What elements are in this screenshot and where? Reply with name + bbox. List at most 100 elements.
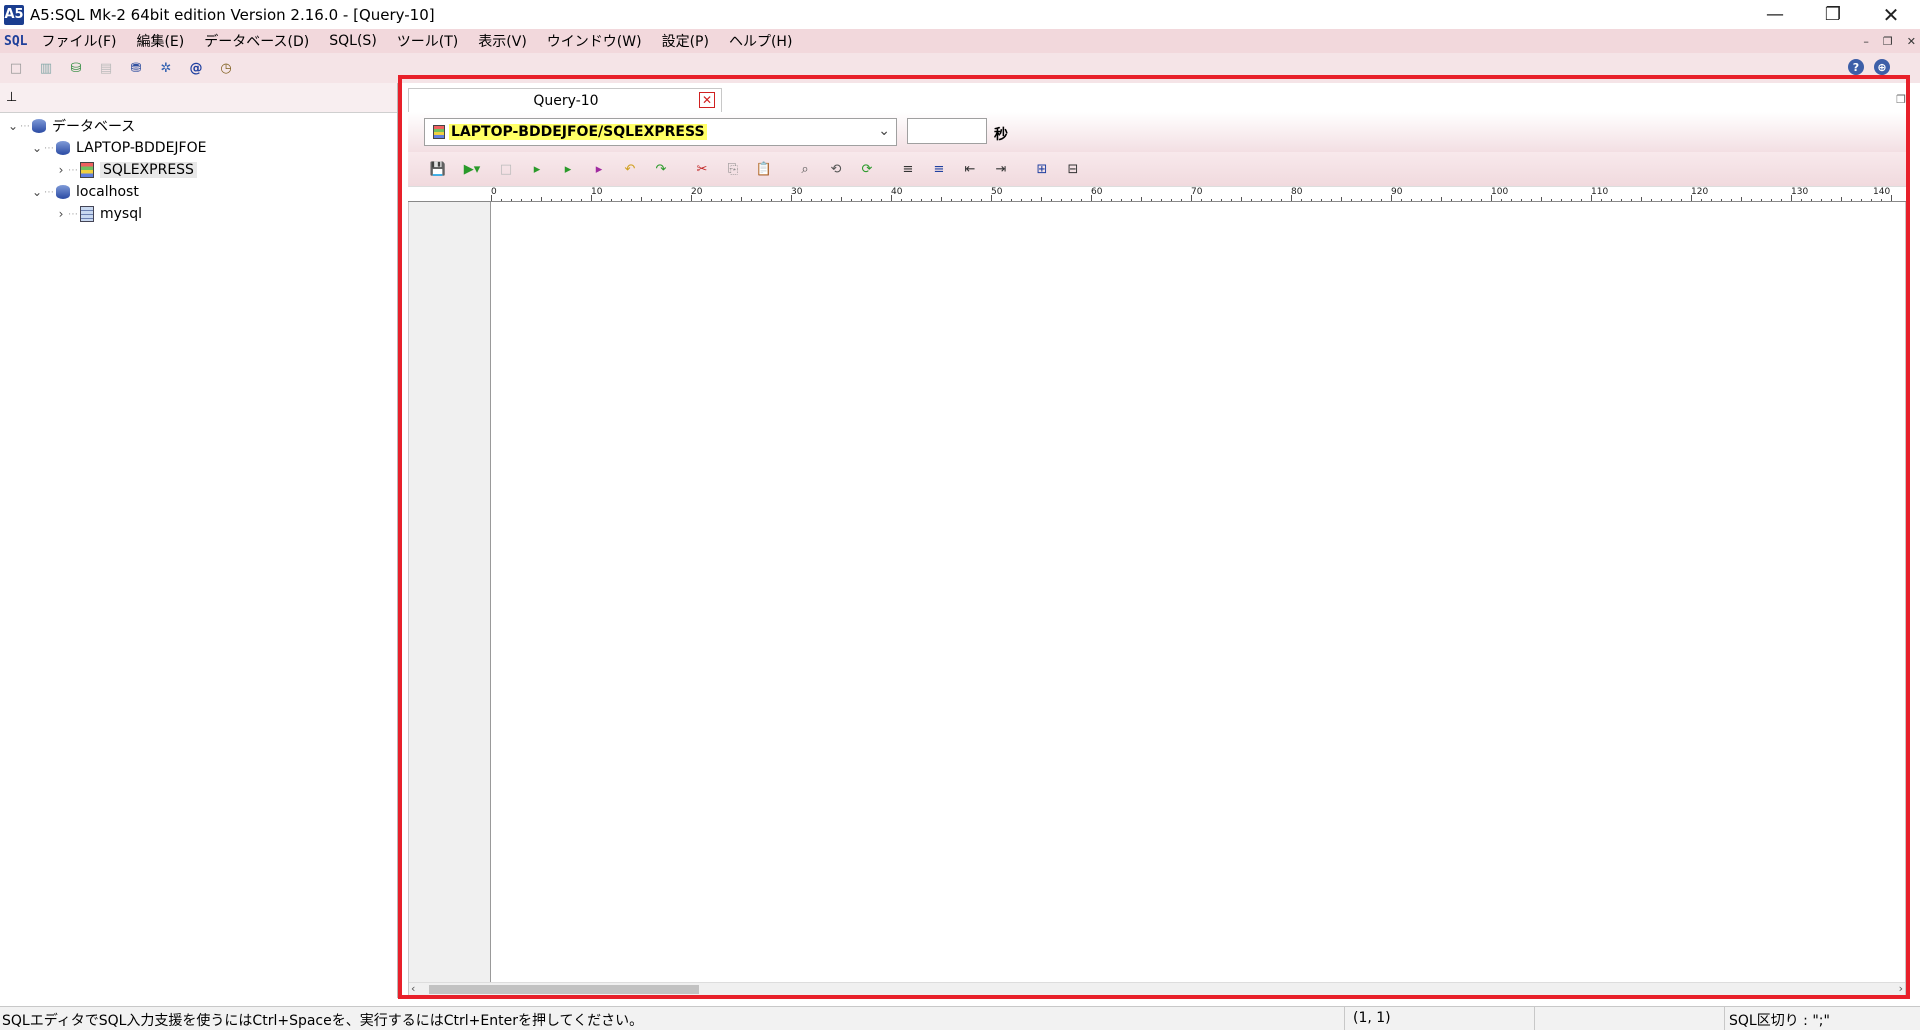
ruler-tick bbox=[651, 199, 652, 201]
connect-icon[interactable]: ⛁ bbox=[66, 58, 86, 78]
collapse-chevron-icon[interactable]: ⌄ bbox=[6, 119, 20, 133]
ruler-tick bbox=[851, 199, 852, 201]
ruler-tick bbox=[1221, 199, 1222, 201]
ruler-tick bbox=[1581, 199, 1582, 201]
menu-settings[interactable]: 設定(P) bbox=[662, 31, 709, 51]
ruler-tick bbox=[711, 199, 712, 201]
database-tree-panel: ⊥ ⌄ ⋯ データベース ⌄ ⋯ LAPTOP-BDDEJFOE › ⋯ SQL… bbox=[0, 83, 398, 998]
redo-icon[interactable]: ↷ bbox=[649, 159, 673, 179]
menu-database[interactable]: データベース(D) bbox=[204, 31, 309, 51]
database-icon bbox=[32, 119, 46, 133]
ruler-tick bbox=[1331, 199, 1332, 201]
run-to-csv-icon[interactable]: ▸ bbox=[556, 159, 580, 179]
ruler-tick bbox=[1801, 199, 1802, 201]
menu-view[interactable]: 表示(V) bbox=[478, 31, 527, 51]
align-icon[interactable]: ≡ bbox=[896, 159, 920, 179]
collapse-chevron-icon[interactable]: ⌄ bbox=[30, 141, 44, 155]
at-icon[interactable]: @ bbox=[186, 58, 206, 78]
ruler-tick bbox=[771, 199, 772, 201]
mdi-minimize-button[interactable]: – bbox=[1863, 35, 1869, 48]
tree-item-server-localhost[interactable]: ⌄ ⋯ localhost bbox=[30, 181, 139, 203]
run-to-grid-icon[interactable]: ▸ bbox=[525, 159, 549, 179]
close-window-button[interactable]: ✕ bbox=[1862, 0, 1920, 29]
settings-icon[interactable]: ✲ bbox=[156, 58, 176, 78]
ruler-tick bbox=[1731, 199, 1732, 201]
tree-item-sqlexpress[interactable]: › ⋯ SQLEXPRESS bbox=[54, 159, 197, 181]
scrollbar-thumb[interactable] bbox=[429, 985, 699, 994]
paste-icon[interactable]: 📋 bbox=[752, 159, 776, 179]
indent-icon[interactable]: ⇥ bbox=[989, 159, 1013, 179]
open-file-icon[interactable]: ▥ bbox=[36, 58, 56, 78]
web-icon[interactable]: ⊕ bbox=[1874, 59, 1890, 75]
clock-icon[interactable]: ◷ bbox=[216, 58, 236, 78]
ruler-tick bbox=[841, 197, 842, 201]
database-icon[interactable]: ⛃ bbox=[126, 58, 146, 78]
tree-panel-header: ⊥ bbox=[0, 83, 397, 113]
sqlserver-db-icon bbox=[80, 162, 94, 178]
tree-item-server-laptop[interactable]: ⌄ ⋯ LAPTOP-BDDEJFOE bbox=[30, 137, 207, 159]
menu-edit[interactable]: 編集(E) bbox=[136, 31, 184, 51]
menu-file[interactable]: ファイル(F) bbox=[41, 31, 116, 51]
ruler-tick bbox=[1141, 197, 1142, 201]
find-icon[interactable]: ⌕ bbox=[793, 159, 817, 179]
server-icon bbox=[56, 185, 70, 199]
stop-icon[interactable]: □ bbox=[494, 159, 518, 179]
ruler-tick bbox=[681, 199, 682, 201]
close-tab-icon[interactable]: ✕ bbox=[699, 92, 715, 108]
menu-window[interactable]: ウインドウ(W) bbox=[547, 31, 642, 51]
ruler-tick bbox=[1241, 197, 1242, 201]
chevron-down-icon[interactable]: ⌄ bbox=[878, 123, 890, 139]
horizontal-scrollbar[interactable]: ‹ › bbox=[409, 982, 1905, 995]
ruler-label: 0 bbox=[491, 187, 497, 197]
status-message: SQLエディタでSQL入力支援を使うにはCtrl+Spaceを、実行するにはCt… bbox=[2, 1013, 644, 1029]
connection-select[interactable]: LAPTOP-BDDEJFOE/SQLEXPRESS ⌄ bbox=[424, 118, 897, 146]
outdent-icon[interactable]: ⇤ bbox=[958, 159, 982, 179]
tree-item-mysql[interactable]: › ⋯ mysql bbox=[54, 203, 142, 225]
run-step-icon[interactable]: ▸ bbox=[587, 159, 611, 179]
ruler-tick bbox=[811, 199, 812, 201]
scroll-left-icon[interactable]: ‹ bbox=[411, 982, 415, 995]
ruler-tick bbox=[1601, 199, 1602, 201]
split-view-icon[interactable]: ⊞ bbox=[1030, 159, 1054, 179]
ruler-tick bbox=[1461, 199, 1462, 201]
expand-chevron-icon[interactable]: › bbox=[54, 207, 68, 221]
sql-text-area[interactable] bbox=[491, 202, 1905, 982]
ruler-tick bbox=[731, 199, 732, 201]
outline-icon[interactable]: ⊟ bbox=[1061, 159, 1085, 179]
window-restore-icon[interactable]: ❐ bbox=[1896, 93, 1906, 106]
tree-item-databases[interactable]: ⌄ ⋯ データベース bbox=[6, 115, 135, 137]
mdi-close-button[interactable]: ✕ bbox=[1907, 35, 1916, 48]
ruler-tick bbox=[1261, 199, 1262, 201]
format-icon[interactable]: ≡ bbox=[927, 159, 951, 179]
ruler-tick bbox=[1531, 199, 1532, 201]
cut-icon[interactable]: ✂ bbox=[690, 159, 714, 179]
undo-icon[interactable]: ↶ bbox=[618, 159, 642, 179]
new-file-icon[interactable]: □ bbox=[6, 58, 26, 78]
replace-icon[interactable]: ⟲ bbox=[824, 159, 848, 179]
disconnect-icon[interactable]: ▤ bbox=[96, 58, 116, 78]
scroll-right-icon[interactable]: › bbox=[1899, 982, 1903, 995]
tree-view-icon[interactable]: ⊥ bbox=[6, 90, 17, 105]
expand-chevron-icon[interactable]: › bbox=[54, 163, 68, 177]
maximize-button[interactable]: ❐ bbox=[1804, 0, 1862, 29]
refresh-icon[interactable]: ⟳ bbox=[855, 159, 879, 179]
sqlserver-db-icon bbox=[433, 125, 445, 139]
menu-sql[interactable]: SQL(S) bbox=[329, 33, 377, 49]
collapse-chevron-icon[interactable]: ⌄ bbox=[30, 185, 44, 199]
ruler-tick bbox=[1151, 199, 1152, 201]
tab-query-10[interactable]: Query-10 ✕ bbox=[408, 88, 722, 112]
minimize-button[interactable]: — bbox=[1746, 0, 1804, 29]
ruler-tick bbox=[1831, 199, 1832, 201]
ruler-tick bbox=[1361, 199, 1362, 201]
help-icon[interactable]: ? bbox=[1848, 59, 1864, 75]
ruler-tick bbox=[1011, 199, 1012, 201]
ruler-tick bbox=[1621, 199, 1622, 201]
ruler-tick bbox=[541, 197, 542, 201]
menu-help[interactable]: ヘルプ(H) bbox=[729, 31, 792, 51]
save-icon[interactable]: 💾 bbox=[426, 159, 450, 179]
menu-tools[interactable]: ツール(T) bbox=[397, 31, 458, 51]
copy-icon[interactable]: ⎘ bbox=[721, 159, 745, 179]
mdi-restore-button[interactable]: ❐ bbox=[1883, 35, 1893, 48]
timeout-input[interactable] bbox=[907, 118, 987, 144]
run-icon[interactable]: ▶▾ bbox=[457, 159, 487, 179]
